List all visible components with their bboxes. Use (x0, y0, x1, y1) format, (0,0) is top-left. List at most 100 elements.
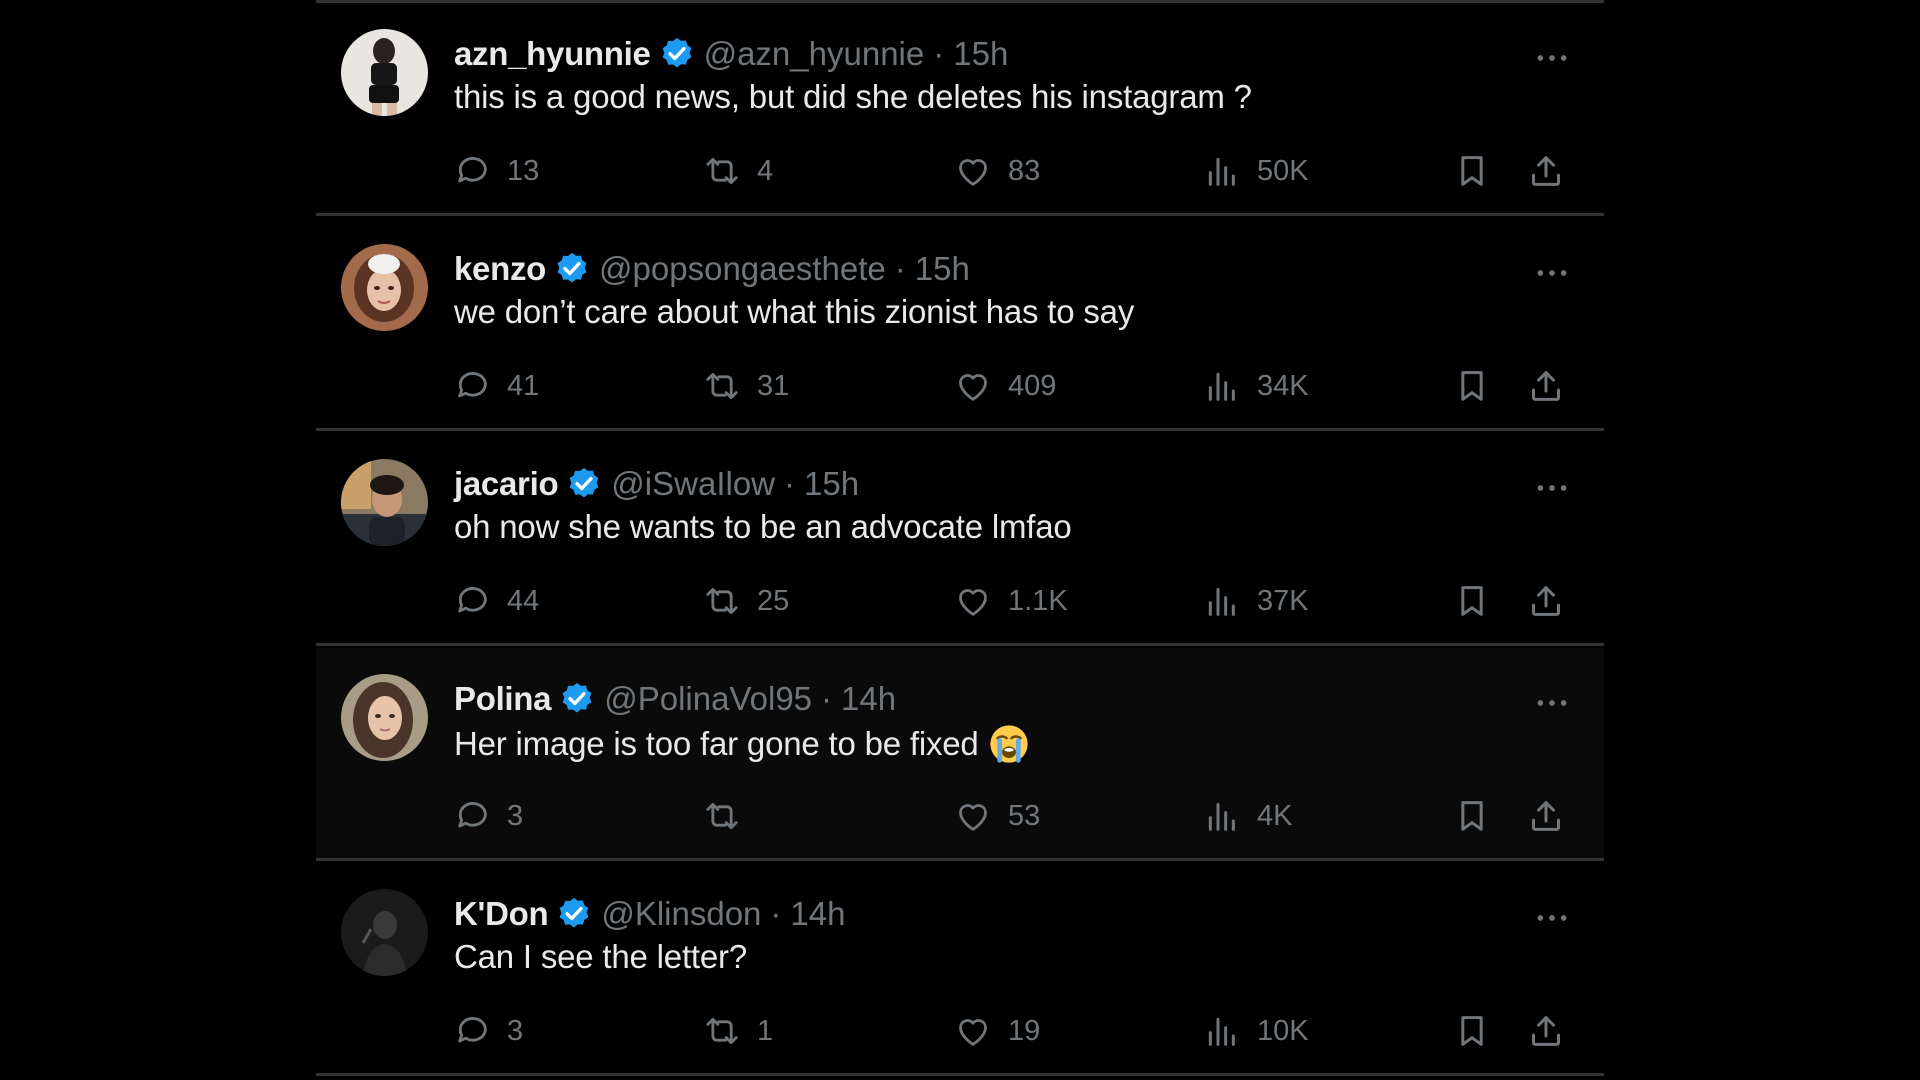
avatar[interactable] (341, 889, 428, 976)
tweet-item[interactable]: kenzo @popsongaesthete · 15h we don’t ca… (316, 218, 1604, 431)
avatar[interactable] (341, 244, 428, 331)
reply-button[interactable]: 3 (452, 795, 523, 837)
display-name[interactable]: azn_hyunnie (454, 35, 651, 73)
tweet-text-content: Can I see the letter? (454, 938, 747, 975)
retweet-count: 1 (757, 1014, 774, 1047)
retweet-icon (702, 151, 742, 191)
retweet-button[interactable]: 31 (702, 365, 789, 407)
heart-icon (953, 581, 993, 621)
reply-button[interactable]: 3 (452, 1010, 523, 1052)
retweet-count: 25 (757, 584, 790, 617)
like-count: 83 (1008, 154, 1041, 187)
tweet-item[interactable]: K'Don @Klinsdon · 14h Can I see the lett… (316, 863, 1604, 1076)
bookmark-button[interactable] (1452, 1010, 1492, 1052)
share-button[interactable] (1526, 150, 1566, 192)
more-dots-icon[interactable] (1532, 38, 1572, 78)
retweet-button[interactable] (702, 795, 757, 837)
views-button[interactable]: 34K (1202, 365, 1309, 407)
views-button[interactable]: 37K (1202, 580, 1309, 622)
avatar[interactable] (341, 29, 428, 116)
display-name[interactable]: Polina (454, 680, 552, 718)
retweet-icon (702, 366, 742, 406)
tweet-text: Her image is too far gone to be fixed (454, 723, 1030, 765)
retweet-button[interactable]: 4 (702, 150, 773, 192)
like-button[interactable]: 409 (953, 365, 1056, 407)
more-dots-icon[interactable] (1532, 253, 1572, 293)
bookmark-icon (1452, 151, 1492, 191)
separator-dot: · (821, 680, 833, 717)
verified-badge-icon (553, 250, 591, 288)
display-name[interactable]: kenzo (454, 250, 546, 288)
like-button[interactable]: 1.1K (953, 580, 1068, 622)
retweet-count: 4 (757, 154, 774, 187)
like-button[interactable]: 19 (953, 1010, 1040, 1052)
share-button[interactable] (1526, 795, 1566, 837)
comment-bubble-icon (452, 581, 492, 621)
retweet-icon (702, 796, 742, 836)
bookmark-icon (1452, 581, 1492, 621)
avatar[interactable] (341, 674, 428, 761)
more-dots-icon[interactable] (1532, 683, 1572, 723)
tweet-item[interactable]: azn_hyunnie @azn_hyunnie · 15h this is a… (316, 3, 1604, 216)
reply-button[interactable]: 41 (452, 365, 539, 407)
views-bar-chart-icon (1202, 151, 1242, 191)
comment-bubble-icon (452, 796, 492, 836)
retweet-button[interactable]: 1 (702, 1010, 773, 1052)
heart-icon (953, 1011, 993, 1051)
user-handle[interactable]: @iSwaIlow (611, 465, 775, 503)
timestamp[interactable]: 14h (790, 895, 845, 933)
view-count: 37K (1257, 584, 1309, 617)
user-handle[interactable]: @Klinsdon (601, 895, 761, 933)
like-count: 53 (1008, 799, 1041, 832)
bookmark-icon (1452, 366, 1492, 406)
tweet-item[interactable]: Polina @PolinaVol95 · 14h Her image is t… (316, 648, 1604, 861)
separator-dot: · (933, 35, 945, 72)
display-name[interactable]: jacario (454, 465, 559, 503)
more-dots-icon[interactable] (1532, 898, 1572, 938)
timestamp[interactable]: 15h (804, 465, 859, 503)
tweet-header: K'Don @Klinsdon · 14h (454, 893, 845, 935)
timestamp[interactable]: 15h (915, 250, 970, 288)
user-handle[interactable]: @PolinaVol95 (604, 680, 812, 718)
display-name[interactable]: K'Don (454, 895, 549, 933)
replies-feed: azn_hyunnie @azn_hyunnie · 15h this is a… (316, 0, 1604, 1080)
bookmark-button[interactable] (1452, 150, 1492, 192)
reply-button[interactable]: 13 (452, 150, 539, 192)
reply-button[interactable]: 44 (452, 580, 539, 622)
heart-icon (953, 366, 993, 406)
comment-bubble-icon (452, 151, 492, 191)
views-button[interactable]: 10K (1202, 1010, 1309, 1052)
share-button[interactable] (1526, 365, 1566, 407)
heart-icon (953, 796, 993, 836)
views-button[interactable]: 4K (1202, 795, 1292, 837)
tweet-item[interactable]: jacario @iSwaIlow · 15h oh now she wants… (316, 433, 1604, 646)
like-button[interactable]: 53 (953, 795, 1040, 837)
separator-dot: · (770, 895, 782, 932)
user-handle[interactable]: @azn_hyunnie (704, 35, 925, 73)
tweet-text-content: we don’t care about what this zionist ha… (454, 293, 1135, 330)
bookmark-button[interactable] (1452, 580, 1492, 622)
retweet-icon (702, 1011, 742, 1051)
avatar[interactable] (341, 459, 428, 546)
user-handle[interactable]: @popsongaesthete (599, 250, 886, 288)
like-button[interactable]: 83 (953, 150, 1040, 192)
share-button[interactable] (1526, 1010, 1566, 1052)
share-upload-icon (1526, 796, 1566, 836)
views-bar-chart-icon (1202, 581, 1242, 621)
timestamp[interactable]: 15h (953, 35, 1008, 73)
bookmark-button[interactable] (1452, 365, 1492, 407)
more-dots-icon[interactable] (1532, 468, 1572, 508)
tweet-text-content: oh now she wants to be an advocate lmfao (454, 508, 1072, 545)
retweet-icon (702, 581, 742, 621)
verified-badge-icon (658, 35, 696, 73)
like-count: 409 (1008, 369, 1057, 402)
views-button[interactable]: 50K (1202, 150, 1309, 192)
retweet-button[interactable]: 25 (702, 580, 789, 622)
separator-dot: · (784, 465, 796, 502)
reply-count: 41 (507, 369, 540, 402)
timestamp[interactable]: 14h (841, 680, 896, 718)
views-bar-chart-icon (1202, 1011, 1242, 1051)
bookmark-button[interactable] (1452, 795, 1492, 837)
loudly-crying-face-icon (989, 725, 1028, 763)
share-button[interactable] (1526, 580, 1566, 622)
